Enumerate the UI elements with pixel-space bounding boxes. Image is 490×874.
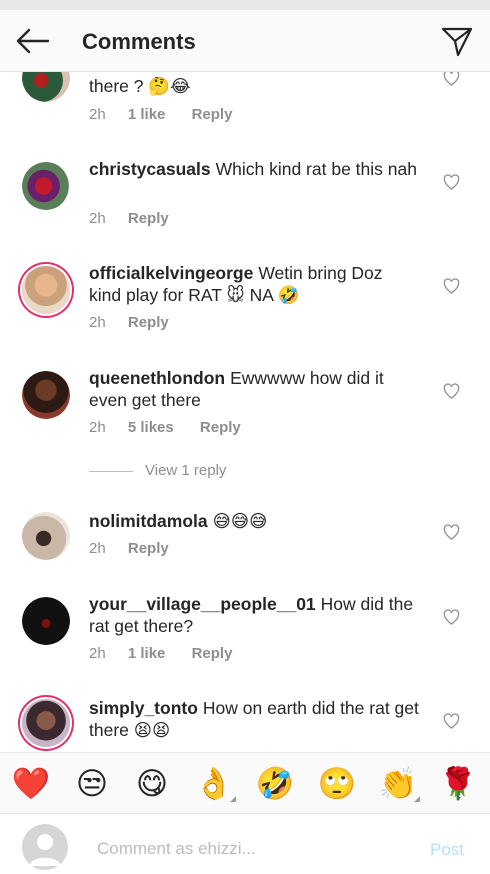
like-heart-icon[interactable] [443, 72, 460, 86]
comment-text: simply_tonto How on earth did the rat get… [89, 697, 419, 741]
comment-text: queenethlondon Ewwwww how did it even get… [89, 367, 419, 411]
emoji-ok-hand-glyph: 👌 [194, 766, 234, 801]
comment-composer: Post [0, 814, 490, 874]
user-avatar-placeholder [22, 824, 68, 870]
avatar-story-ring[interactable] [22, 266, 70, 314]
comment-body: 😅😅😅 [212, 511, 268, 531]
avatar[interactable] [22, 371, 70, 419]
reply-button[interactable]: Reply [192, 645, 233, 662]
reply-button[interactable]: Reply [192, 106, 233, 123]
comment-time: 2h [89, 106, 106, 123]
comment-time: 2h [89, 314, 106, 331]
comment-username[interactable]: your__village__people__01 [89, 594, 316, 614]
comment-meta: 2h Reply [89, 314, 169, 331]
like-heart-icon[interactable] [443, 713, 460, 729]
comment-username[interactable]: nolimitdamola [89, 511, 208, 531]
comment-meta: 2h 5 likes Reply [89, 419, 241, 436]
emoji-ok-hand[interactable]: 👌 [194, 764, 236, 804]
comment-meta: 2h 1 like Reply [89, 645, 232, 662]
comment-time: 2h [89, 645, 106, 662]
avatar-story-ring[interactable] [22, 699, 70, 747]
reply-button[interactable]: Reply [200, 419, 241, 436]
comment-meta: 2h Reply [89, 210, 169, 227]
comment-text: there ? 🤔😂 [89, 75, 419, 97]
emoji-clap[interactable]: 👏 [378, 764, 420, 804]
replies-divider [89, 470, 133, 472]
back-arrow-icon[interactable] [14, 26, 52, 56]
comment-body: there ? 🤔😂 [89, 76, 191, 96]
skin-tone-indicator [230, 796, 236, 802]
avatar[interactable] [22, 512, 70, 560]
comment-list[interactable]: there ? 🤔😂 2h 1 like Reply christycasual… [0, 72, 490, 752]
view-replies-button[interactable]: View 1 reply [89, 462, 226, 484]
comment-text: officialkelvingeorge Wetin bring Doz kind… [89, 262, 419, 306]
comment-username[interactable]: simply_tonto [89, 698, 198, 718]
like-heart-icon[interactable] [443, 174, 460, 190]
comment-time: 2h [89, 210, 106, 227]
comment-body: Which kind rat be this nah [215, 159, 417, 179]
comment-likes[interactable]: 1 like [128, 645, 166, 662]
emoji-rose[interactable]: 🌹 [438, 764, 478, 804]
like-heart-icon[interactable] [443, 609, 460, 625]
like-heart-icon[interactable] [443, 278, 460, 294]
comment-time: 2h [89, 419, 106, 436]
comment-likes[interactable]: 1 like [128, 106, 166, 123]
comment-username[interactable]: christycasuals [89, 159, 211, 179]
like-heart-icon[interactable] [443, 383, 460, 399]
quick-emoji-bar: ❤️ 😒 😋 👌 🤣 🙄 👏 🌹 [0, 752, 490, 814]
comment-text: nolimitdamola 😅😅😅 [89, 510, 419, 532]
reply-button[interactable]: Reply [128, 540, 169, 557]
avatar[interactable] [22, 72, 70, 102]
emoji-eye-roll[interactable]: 🙄 [317, 764, 357, 804]
header: Comments [0, 10, 490, 72]
comment-username[interactable]: officialkelvingeorge [89, 263, 253, 283]
skin-tone-indicator [414, 796, 420, 802]
direct-message-icon[interactable] [440, 24, 474, 58]
reply-button[interactable]: Reply [128, 210, 169, 227]
comment-time: 2h [89, 540, 106, 557]
avatar[interactable] [22, 597, 70, 645]
avatar[interactable] [22, 162, 70, 210]
emoji-unamused[interactable]: 😒 [72, 764, 112, 804]
emoji-clap-glyph: 👏 [378, 766, 418, 801]
page-title: Comments [82, 29, 196, 54]
reply-button[interactable]: Reply [128, 314, 169, 331]
post-button[interactable]: Post [430, 840, 464, 860]
comment-text: christycasuals Which kind rat be this nah [89, 158, 419, 180]
comment-meta: 2h 1 like Reply [89, 106, 232, 123]
status-bar [0, 0, 490, 10]
emoji-rofl[interactable]: 🤣 [255, 764, 295, 804]
view-replies-label: View 1 reply [145, 462, 227, 479]
emoji-yum[interactable]: 😋 [132, 764, 172, 804]
comment-input[interactable] [97, 836, 397, 862]
comment-meta: 2h Reply [89, 540, 169, 557]
comment-username[interactable]: queenethlondon [89, 368, 225, 388]
emoji-heart[interactable]: ❤️ [11, 764, 51, 804]
comment-text: your__village__people__01 How did the rat… [89, 593, 419, 637]
like-heart-icon[interactable] [443, 524, 460, 540]
comment-likes[interactable]: 5 likes [128, 419, 174, 436]
